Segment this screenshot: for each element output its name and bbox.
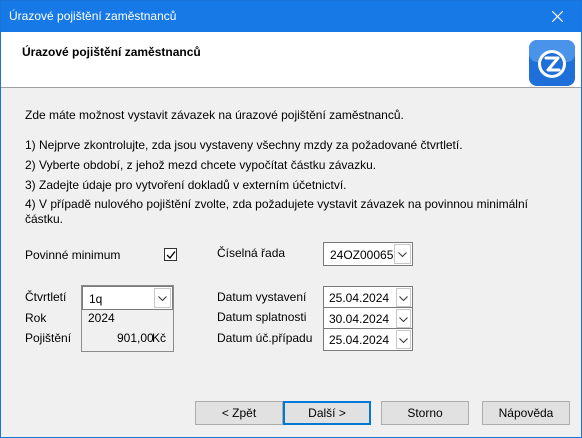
datum-ucpripadu-label: Datum úč.případu: [217, 331, 313, 345]
ciselna-rada-value: 24OZ00065: [330, 248, 394, 262]
datum-splatnosti-label: Datum splatnosti: [217, 310, 307, 324]
step-2: 2) Vyberte období, z jehož mezd chcete v…: [25, 158, 377, 172]
datum-vystaveni-dropdown-button[interactable]: [396, 288, 411, 307]
step-3: 3) Zadejte údaje pro vytvoření dokladů v…: [25, 178, 347, 192]
ctvrtleti-value: 1q: [89, 292, 103, 306]
datum-ucpripadu-field[interactable]: 25.04.2024: [323, 328, 413, 351]
chevron-down-icon: [399, 296, 408, 301]
step-1: 1) Nejprve zkontrolujte, zda jsou vystav…: [25, 138, 463, 152]
wizard-header: Úrazové pojištění zaměstnanců: [1, 32, 581, 88]
datum-splatnosti-field[interactable]: 30.04.2024: [323, 307, 413, 330]
datum-splatnosti-dropdown-button[interactable]: [396, 309, 411, 328]
pojisteni-currency: Kč: [152, 331, 167, 345]
ctvrtleti-select[interactable]: 1q: [82, 286, 173, 310]
title-bar: Úrazové pojištění zaměstnanců: [1, 1, 581, 32]
ctvrtleti-dropdown-button[interactable]: [154, 288, 171, 308]
date-fields-group: 25.04.2024 30.04.2024 25.04.2024: [323, 286, 413, 352]
chevron-down-icon: [158, 296, 167, 301]
ciselna-rada-label: Číselná řada: [217, 246, 286, 260]
intro-text: Zde máte možnost vystavit závazek na úra…: [25, 108, 404, 122]
povinne-minimum-checkbox[interactable]: [164, 248, 177, 261]
checkmark-icon: [166, 251, 176, 259]
window-title: Úrazové pojištění zaměstnanců: [9, 9, 177, 23]
wizard-heading: Úrazové pojištění zaměstnanců: [22, 45, 201, 59]
datum-vystaveni-field[interactable]: 25.04.2024: [323, 286, 413, 309]
datum-ucpripadu-value: 25.04.2024: [329, 333, 390, 347]
next-button[interactable]: Další >: [283, 401, 371, 425]
ctvrtleti-label: Čtvrtletí: [25, 290, 67, 304]
datum-splatnosti-value: 30.04.2024: [329, 312, 390, 326]
pojisteni-value: 901,00: [117, 331, 154, 345]
datum-ucpripadu-dropdown-button[interactable]: [396, 330, 411, 349]
pojisteni-label: Pojištění: [25, 331, 72, 345]
ciselna-rada-select[interactable]: 24OZ00065: [323, 242, 413, 266]
back-button[interactable]: < Zpět: [195, 401, 283, 425]
chevron-down-icon: [398, 252, 407, 257]
cancel-button[interactable]: Storno: [381, 401, 469, 425]
chevron-down-icon: [399, 338, 408, 343]
close-icon: [552, 11, 563, 22]
close-button[interactable]: [535, 1, 581, 32]
povinne-minimum-label: Povinné minimum: [25, 248, 121, 262]
app-logo-icon: [529, 40, 575, 86]
rok-value: 2024: [88, 311, 115, 325]
dialog-window: Úrazové pojištění zaměstnanců Úrazové po…: [0, 0, 582, 438]
datum-vystaveni-label: Datum vystavení: [217, 290, 307, 304]
help-button[interactable]: Nápověda: [482, 401, 570, 425]
rok-label: Rok: [25, 311, 47, 325]
datum-vystaveni-value: 25.04.2024: [329, 291, 390, 305]
step-4: 4) V případě nulového pojištění zvolte, …: [25, 197, 528, 226]
chevron-down-icon: [399, 317, 408, 322]
ciselna-rada-dropdown-button[interactable]: [394, 244, 411, 264]
